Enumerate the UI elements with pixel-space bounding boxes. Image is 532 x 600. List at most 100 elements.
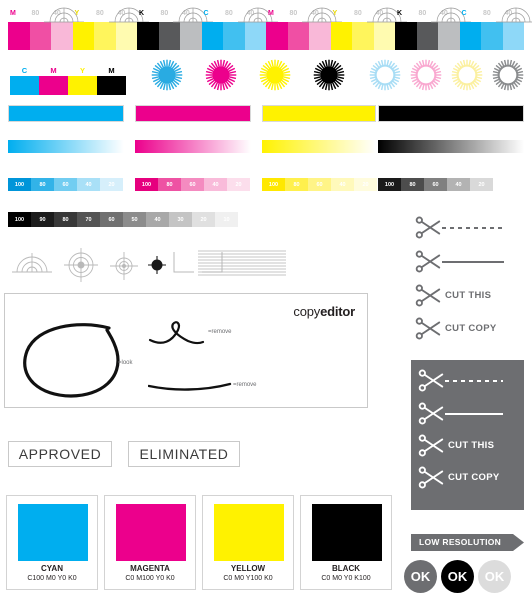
top-strip-label: M: [268, 10, 274, 17]
scissors-cut-copy-inverse[interactable]: CUT COPY: [418, 466, 500, 489]
low-resolution-banner: LOW RESOLUTION: [411, 534, 524, 551]
ok-badge-gray[interactable]: OK: [404, 560, 437, 593]
scissors-solid-line-inverse[interactable]: [418, 402, 503, 425]
scissors-cut-this-inverse-label: CUT THIS: [448, 440, 495, 451]
remove-annotation-bottom-label: =remove: [233, 382, 257, 388]
scissors-icon: [418, 402, 444, 425]
scissors-icon: [418, 369, 444, 392]
tint-step: 60: [181, 178, 204, 191]
strikethrough-markup-stroke: [148, 382, 232, 391]
copyeditor-logo: copyeditor: [293, 304, 355, 319]
scissors-cut-copy[interactable]: CUT COPY: [415, 317, 497, 340]
top-strip-swatch: [8, 22, 30, 50]
cyan-swatch-card[interactable]: CYAN C100 M0 Y0 K0: [6, 495, 98, 590]
gray-step: 50: [123, 212, 146, 227]
tint-step: 40: [331, 178, 354, 191]
tint-step: 40: [77, 178, 100, 191]
half-registration-target-icon: [12, 253, 52, 273]
black-swatch-card-formula: C0 M0 Y0 K100: [321, 575, 371, 582]
line-screen-pattern: [198, 250, 286, 276]
top-strip-label: 80: [31, 10, 40, 17]
top-strip-swatch: [502, 22, 524, 50]
cmyk-mini-strip: CMYM: [10, 66, 126, 95]
top-strip-swatch: [330, 22, 352, 50]
tint-step: 60: [308, 178, 331, 191]
top-strip-swatch: [481, 22, 503, 50]
top-strip-group-y-1: [72, 22, 137, 50]
top-strip-swatch: [352, 22, 374, 50]
top-strip-swatch: [137, 22, 159, 50]
top-strip-label: 80: [289, 10, 298, 17]
solid-dot-target-icon: [148, 256, 166, 274]
magenta-gradient-bar: [135, 140, 251, 153]
black-solid-bar: [378, 105, 524, 122]
tint-step: 20: [100, 178, 123, 191]
yellow-gradient-bar: [262, 140, 376, 153]
magenta-rosette-light: [409, 58, 443, 92]
magenta-swatch-card-title: MAGENTA: [130, 564, 170, 573]
cyan-swatch-card-title: CYAN: [41, 564, 63, 573]
black-swatch-card-chip: [312, 504, 382, 561]
approved-stamp[interactable]: APPROVED: [8, 441, 112, 467]
tint-step: 20: [354, 178, 377, 191]
corner-crop-mark-left-icon: [173, 252, 194, 273]
top-strip-label: K: [397, 10, 403, 17]
top-strip-swatch: [416, 22, 438, 50]
cmyk-mini-swatch: [10, 76, 39, 95]
scissors-icon: [418, 434, 444, 457]
top-strip-swatch: [180, 22, 202, 50]
low-resolution-label: LOW RESOLUTION: [419, 537, 502, 547]
magenta-rosette: [204, 58, 238, 92]
gray-step: 10: [215, 212, 238, 227]
gray-step: 90: [31, 212, 54, 227]
cyan-swatch-card-formula: C100 M0 Y0 K0: [27, 575, 77, 582]
cut-line-solid: [442, 260, 504, 263]
cmyk-mini-swatch: [97, 76, 126, 95]
tint-step: 60: [54, 178, 77, 191]
cyan-gradient-bar: [8, 140, 124, 153]
tint-step: 80: [31, 178, 54, 191]
gray-step: 70: [77, 212, 100, 227]
cyan-tint-scale: 100 80 60 40 20: [8, 178, 123, 191]
magenta-solid-bar: [135, 105, 251, 122]
top-strip-swatch: [287, 22, 309, 50]
top-strip-swatch: [395, 22, 417, 50]
top-strip-swatch: [373, 22, 395, 50]
black-gradient-bar: [378, 140, 524, 153]
black-rosette: [312, 58, 346, 92]
approved-stamp-label: APPROVED: [18, 446, 102, 462]
magenta-swatch-card[interactable]: MAGENTA C0 M100 Y0 K0: [104, 495, 196, 590]
cut-line-dashed: [442, 226, 504, 229]
eliminated-stamp[interactable]: ELIMINATED: [128, 441, 240, 467]
gray-step: 80: [54, 212, 77, 227]
top-strip-swatch: [51, 22, 73, 50]
black-swatch-card[interactable]: BLACK C0 M0 Y0 K100: [300, 495, 392, 590]
gray-step: 40: [146, 212, 169, 227]
magenta-swatch-card-chip: [116, 504, 186, 561]
top-strip-label: M: [10, 10, 16, 17]
scissors-cut-this[interactable]: CUT THIS: [415, 284, 491, 307]
top-strip-swatch: [201, 22, 223, 50]
scissors-dashed-line[interactable]: [415, 216, 504, 239]
black-rosette-light: [491, 58, 525, 92]
top-strip-label: C: [203, 10, 209, 17]
scissors-dashed-line-inverse[interactable]: [418, 369, 503, 392]
delete-loop-markup-stroke: [148, 321, 205, 345]
cyan-rosette-light: [368, 58, 402, 92]
scissors-solid-line[interactable]: [415, 250, 504, 273]
scissors-cut-this-label: CUT THIS: [445, 290, 492, 301]
scissors-icon: [415, 317, 441, 340]
circle-markup-stroke: [23, 323, 120, 398]
scissors-cut-copy-inverse-label: CUT COPY: [448, 472, 500, 483]
top-strip-group-k-6: [395, 22, 460, 50]
scissors-cut-this-inverse[interactable]: CUT THIS: [418, 434, 494, 457]
top-strip-label: 80: [96, 10, 104, 17]
top-strip-label: Y: [332, 10, 338, 17]
yellow-swatch-card[interactable]: YELLOW C0 M0 Y100 K0: [202, 495, 294, 590]
copyeditor-annotation-box: copyeditor =look =remove =remove: [4, 293, 368, 408]
cmyk-mini-labels: CMYM: [10, 66, 126, 76]
cmyk-mini-swatch: [39, 76, 68, 95]
ok-badge-black[interactable]: OK: [441, 560, 474, 593]
top-strip-swatch: [309, 22, 331, 50]
ok-badge-light[interactable]: OK: [478, 560, 511, 593]
